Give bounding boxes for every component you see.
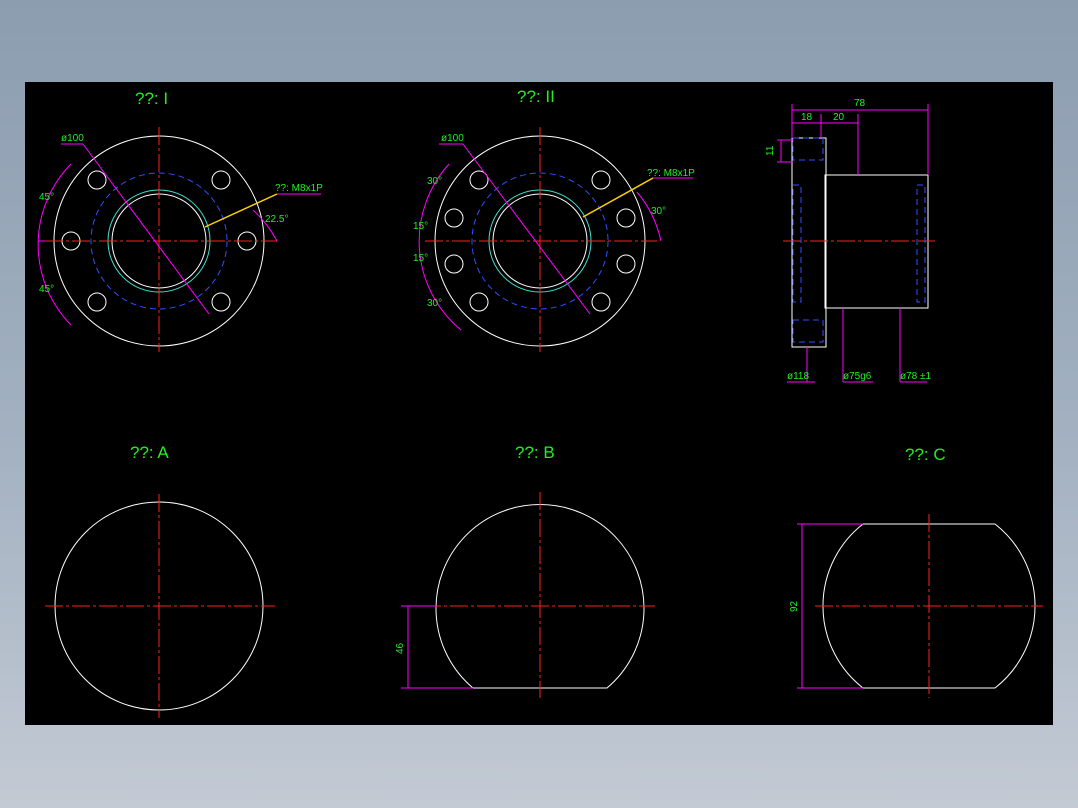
angle-arc-left bbox=[37, 163, 72, 326]
diameter-leader bbox=[462, 143, 591, 315]
view-1-title: ??: I bbox=[135, 89, 168, 108]
angle-label-b: 15° bbox=[413, 221, 428, 232]
dim-label: 46 bbox=[395, 642, 406, 654]
view-a-title: ??: A bbox=[130, 443, 169, 462]
thread-leader bbox=[582, 177, 654, 218]
angle-label-a: 45° bbox=[39, 192, 54, 203]
view-2-title: ??: II bbox=[517, 87, 555, 106]
cad-drawing: ??: I ø100 ??: M8x1P 45° 45° 22.5° ??: I… bbox=[37, 87, 1043, 718]
flange-profile bbox=[791, 137, 827, 348]
thread-label: ??: M8x1P bbox=[647, 168, 695, 179]
thread-label: ??: M8x1P bbox=[275, 183, 323, 194]
dia-label-1: ø118 bbox=[787, 371, 809, 382]
drawing-sheet: ??: I ø100 ??: M8x1P 45° 45° 22.5° ??: I… bbox=[25, 82, 1053, 725]
dim-step-label: 20 bbox=[833, 112, 845, 123]
hidden-hole-top bbox=[792, 137, 824, 161]
angle-label-d: 30° bbox=[427, 298, 442, 309]
angle-label-b: 45° bbox=[39, 284, 54, 295]
diameter-label: ø100 bbox=[441, 133, 464, 144]
dim-total-label: 78 bbox=[854, 98, 866, 109]
view-b-title: ??: B bbox=[515, 443, 555, 462]
hidden-hole-bottom bbox=[792, 319, 824, 343]
view-a: ??: A bbox=[45, 443, 275, 718]
view-1: ??: I ø100 ??: M8x1P 45° 45° 22.5° bbox=[37, 89, 323, 352]
angle-label-c: 22.5° bbox=[265, 214, 288, 225]
diameter-label: ø100 bbox=[61, 133, 84, 144]
dia-label-2: ø75g6 bbox=[843, 371, 872, 382]
hidden-thread-left bbox=[792, 184, 802, 303]
angle-label-a: 30° bbox=[427, 176, 442, 187]
dim-flange-label: 18 bbox=[801, 112, 813, 123]
hidden-thread-right bbox=[916, 184, 926, 303]
view-b: ??: B 46 bbox=[395, 443, 655, 698]
angle-label-e: 30° bbox=[651, 206, 666, 217]
angle-label-c: 15° bbox=[413, 253, 428, 264]
dim-h-label: 11 bbox=[765, 145, 776, 156]
diameter-leader bbox=[82, 143, 210, 315]
dia-label-3: ø78 ±1 bbox=[900, 371, 931, 382]
dim-label: 92 bbox=[789, 600, 800, 612]
view-c: ??: C 92 bbox=[789, 445, 1043, 698]
view-2: ??: II ø100 ??: M8x1P 30° 15° 15° 30° 30… bbox=[413, 87, 695, 352]
view-c-title: ??: C bbox=[905, 445, 946, 464]
side-view: 78 18 20 11 ø118 ø75g6 ø78 ±1 bbox=[765, 98, 935, 383]
